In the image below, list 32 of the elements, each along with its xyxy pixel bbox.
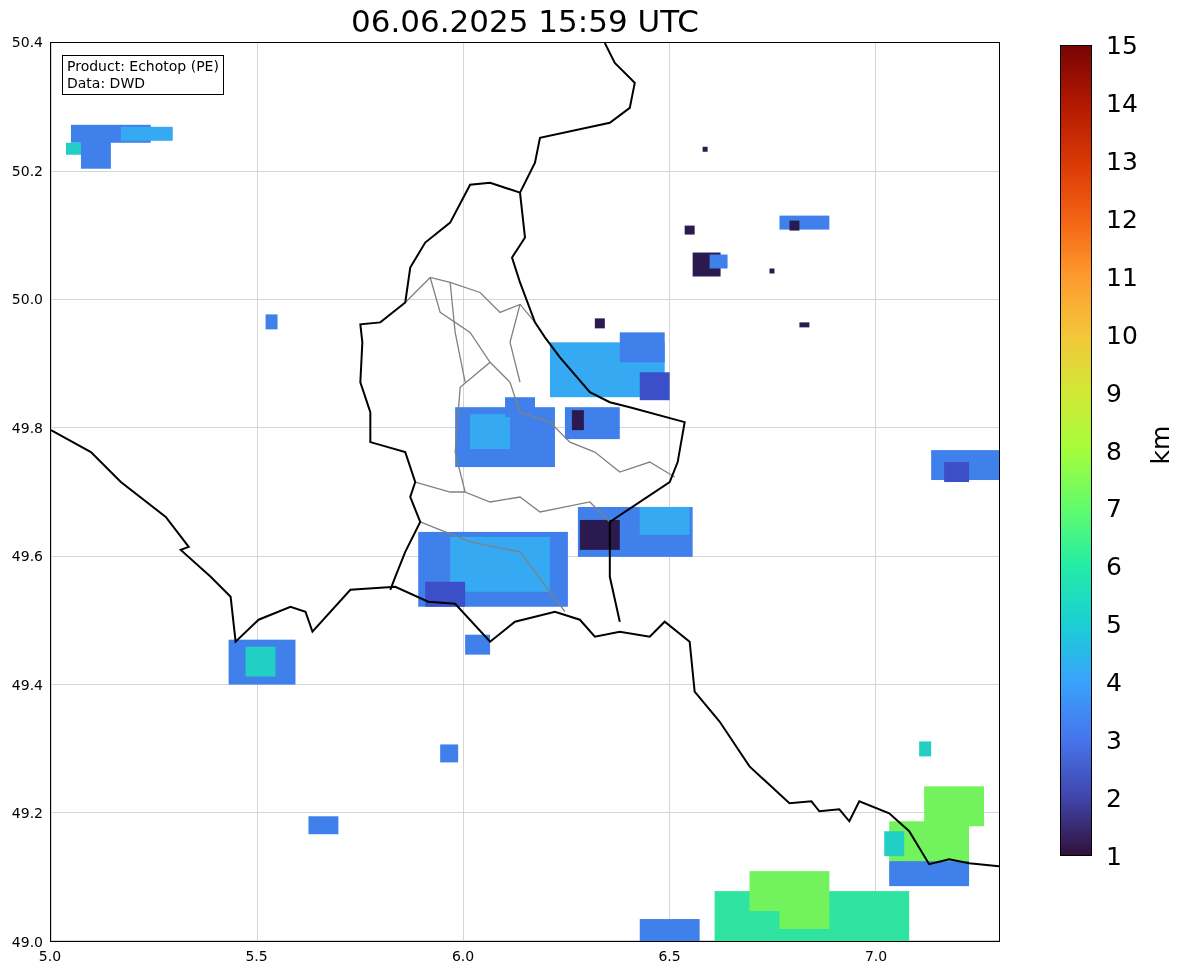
- legend-text: Data: DWD: [67, 75, 146, 92]
- x-axis-tick-label: 5.5: [245, 948, 268, 964]
- colorbar-tick-label: 8: [1106, 436, 1122, 465]
- colorbar-tick-label: 7: [1106, 493, 1122, 523]
- colorbar-tick-label: 3: [1106, 725, 1122, 755]
- colorbar-tick-label: 5: [1106, 609, 1122, 639]
- legend-text: Product: Echotop (PE): [67, 58, 219, 75]
- y-axis-tick-label: 50.2: [11, 162, 43, 179]
- y-axis-tick-label: 49.2: [11, 805, 43, 822]
- y-axis-tick-label: 49.0: [11, 934, 43, 950]
- plot-title: 06.06.2025 15:59 UTC: [351, 2, 699, 40]
- x-axis-tick-label: 7.0: [864, 948, 888, 964]
- colorbar-tick-label: 4: [1106, 667, 1122, 697]
- colorbar-tick-label: 6: [1106, 551, 1122, 581]
- colorbar-tick-label: 9: [1106, 378, 1122, 408]
- colorbar-tick-label: 12: [1106, 204, 1138, 234]
- y-axis-tick-label: 49.4: [11, 676, 43, 693]
- colorbar-tick-label: 1: [1106, 841, 1122, 871]
- colorbar-label: km: [1146, 425, 1177, 465]
- y-axis-tick-label: 49.6: [11, 548, 43, 565]
- colorbar-tick-label: 14: [1106, 88, 1138, 118]
- colorbar-tick-label: 10: [1106, 320, 1138, 350]
- colorbar-tick-label: 2: [1106, 783, 1122, 813]
- colorbar-tick-label: 11: [1106, 262, 1138, 292]
- colorbar-tick-label: 13: [1106, 146, 1138, 176]
- x-axis-tick-label: 6.0: [451, 948, 475, 964]
- y-axis-tick-label: 49.8: [11, 419, 43, 436]
- colorbar-tick-label: 15: [1106, 30, 1138, 60]
- y-axis-tick-label: 50.0: [11, 291, 43, 308]
- x-axis-tick-label: 6.5: [658, 948, 681, 964]
- x-axis-tick-label: 5.0: [38, 948, 62, 964]
- y-axis-tick-label: 50.4: [11, 34, 43, 50]
